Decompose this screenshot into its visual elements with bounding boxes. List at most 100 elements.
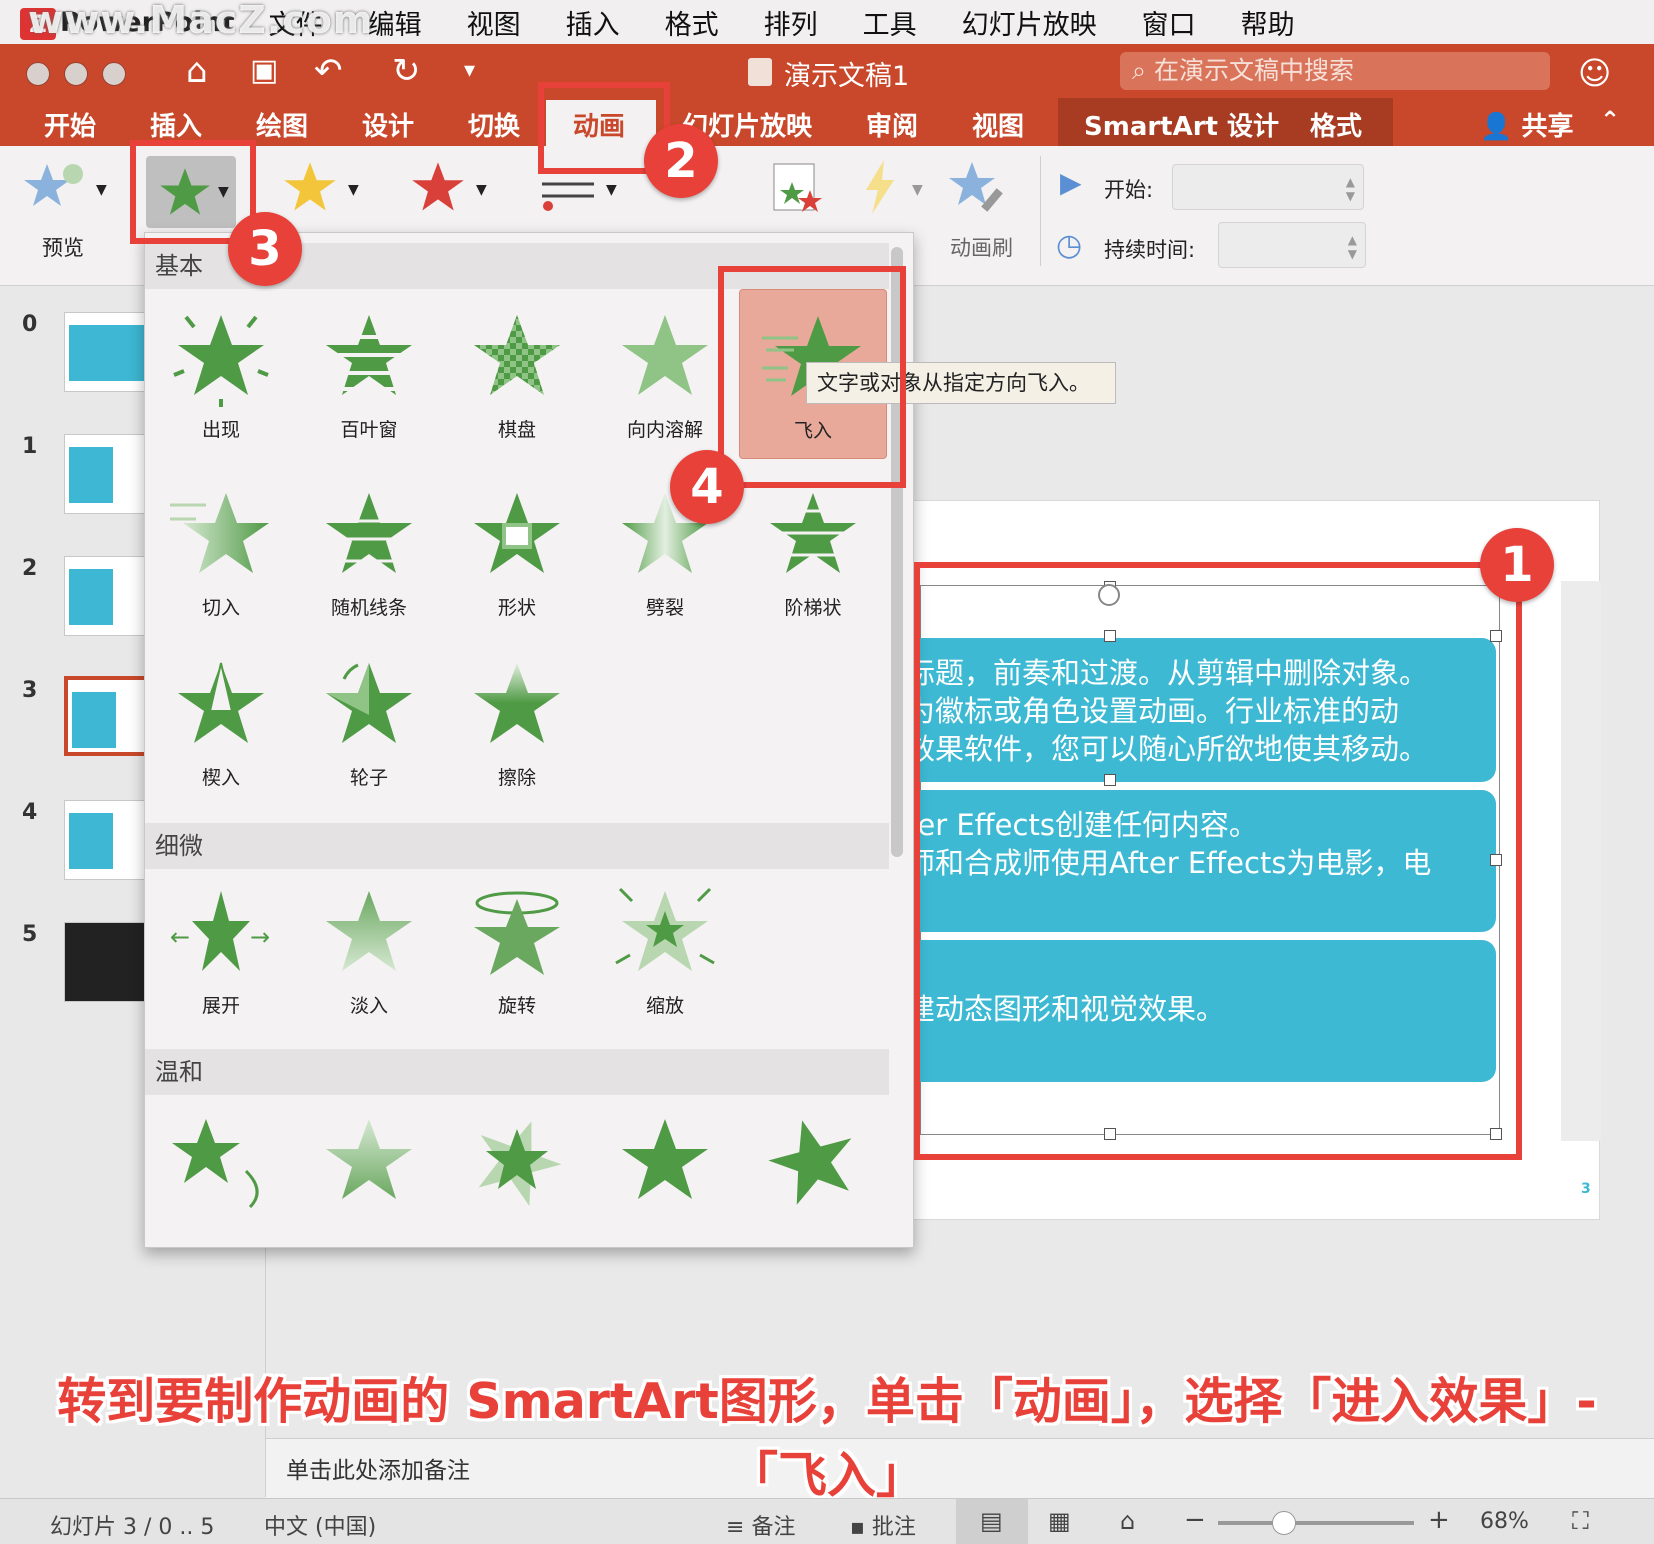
preview-dropdown-icon[interactable]: ▼ (96, 182, 107, 198)
menu-window[interactable]: 窗口 (1142, 3, 1196, 42)
fade-star-icon (326, 891, 412, 971)
effect-moderate-4[interactable] (591, 1093, 739, 1247)
exit-dropdown-icon[interactable]: ▼ (476, 182, 487, 198)
effect-wipe[interactable]: 擦除 (443, 637, 591, 807)
wipe-star-icon (474, 663, 560, 743)
effect-moderate-2[interactable] (295, 1093, 443, 1247)
zoom-level[interactable]: 68% (1480, 1509, 1529, 1534)
save-icon[interactable]: ▣ (250, 52, 278, 90)
effect-label: 旋转 (497, 995, 536, 1017)
motion-path-dropdown-icon[interactable]: ▼ (606, 182, 617, 198)
slide-thumbnail-selected[interactable] (64, 676, 156, 756)
emphasis-star-icon[interactable] (282, 160, 338, 214)
zoom-in-icon[interactable]: + (1428, 1505, 1450, 1535)
thumbnail-number: 1 (22, 434, 38, 459)
zoom-out-icon[interactable]: − (1184, 1505, 1206, 1535)
search-input[interactable]: ⌕ 在演示文稿中搜索 (1120, 52, 1550, 90)
undo-icon[interactable]: ↶ (314, 52, 343, 90)
close-window-button[interactable] (26, 62, 50, 86)
tab-format[interactable]: 格式 (1310, 106, 1362, 143)
checkerboard-star-icon (474, 315, 560, 395)
collapse-ribbon-icon[interactable]: ⌃ (1600, 106, 1620, 134)
tab-smartart-design[interactable]: SmartArt 设计 (1084, 106, 1279, 143)
effect-wheel[interactable]: 轮子 (295, 637, 443, 807)
fit-to-window-icon[interactable]: ⛶ (1572, 1507, 1589, 1535)
emphasis-dropdown-icon[interactable]: ▼ (348, 182, 359, 198)
tab-design[interactable]: 设计 (362, 106, 414, 143)
effect-moderate-3[interactable] (443, 1093, 591, 1247)
menu-view[interactable]: 视图 (467, 3, 521, 42)
menu-tools[interactable]: 工具 (863, 3, 917, 42)
zoom-slider-track[interactable] (1218, 1521, 1414, 1525)
slide-thumbnail[interactable] (64, 434, 156, 514)
effect-appear[interactable]: 出现 (147, 289, 295, 459)
tab-home[interactable]: 开始 (44, 106, 96, 143)
status-bar: 幻灯片 3 / 0 .. 5 中文 (中国) ≡ 备注 ▪ 批注 ▤ ▦ ⌂ −… (0, 1498, 1654, 1544)
zoom-slider-thumb[interactable] (1272, 1511, 1296, 1535)
preview-star-icon[interactable] (22, 160, 84, 216)
effect-shape[interactable]: 形状 (443, 467, 591, 637)
ribbon-divider (1040, 156, 1041, 266)
section-moderate: 温和 (145, 1049, 889, 1095)
effect-dissolve-in[interactable]: 向内溶解 (591, 289, 739, 459)
zoom-window-button[interactable] (102, 62, 126, 86)
slide-thumbnail[interactable] (64, 800, 156, 880)
menu-slideshow[interactable]: 幻灯片放映 (962, 3, 1097, 42)
effect-checkerboard[interactable]: 棋盘 (443, 289, 591, 459)
effect-expand[interactable]: ← → 展开 (147, 865, 295, 1035)
menu-insert[interactable]: 插入 (566, 3, 620, 42)
effect-blinds[interactable]: 百叶窗 (295, 289, 443, 459)
exit-star-icon[interactable] (410, 160, 466, 214)
effect-random-bars[interactable]: 随机线条 (295, 467, 443, 637)
menu-format[interactable]: 格式 (665, 3, 719, 42)
tab-transitions[interactable]: 切换 (468, 106, 520, 143)
annotation-box-smartart (914, 562, 1522, 1160)
menu-edit[interactable]: 编辑 (368, 3, 422, 42)
trigger-dropdown-icon[interactable]: ▼ (912, 182, 923, 198)
start-select[interactable]: ▲ ▼ (1172, 164, 1364, 210)
document-icon (748, 58, 772, 86)
effect-strips[interactable]: 阶梯状 (739, 467, 887, 637)
home-icon[interactable]: ⌂ (186, 52, 208, 90)
notes-toggle-button[interactable]: ≡ 备注 (726, 1509, 795, 1541)
tutorial-caption: 转到要制作动画的 SmartArt图形，单击「动画」，选择「进入效果」- 「飞入… (0, 1365, 1654, 1513)
trigger-lightning-icon[interactable] (862, 158, 898, 216)
presenter-view-icon[interactable]: ⌂ (1120, 1507, 1135, 1535)
language-indicator[interactable]: 中文 (中国) (264, 1509, 376, 1541)
annotation-badge-1: 1 (1480, 528, 1554, 602)
duration-input[interactable]: ▲ ▼ (1218, 222, 1366, 268)
annotation-box-fly-in (718, 266, 906, 488)
notes-icon: ≡ (726, 1515, 752, 1540)
animation-pane-icon[interactable] (770, 160, 826, 216)
slide-thumbnail[interactable] (64, 556, 156, 636)
slide-side-bar (1561, 581, 1601, 1141)
menu-help[interactable]: 帮助 (1241, 3, 1295, 42)
tab-draw[interactable]: 绘图 (256, 106, 308, 143)
slide-thumbnail[interactable] (64, 922, 156, 1002)
animation-painter-icon[interactable] (946, 160, 1010, 216)
tab-insert[interactable]: 插入 (150, 106, 202, 143)
tab-view[interactable]: 视图 (972, 106, 1024, 143)
effect-fade-in[interactable]: 淡入 (295, 865, 443, 1035)
comments-button[interactable]: ▪ 批注 (850, 1509, 916, 1541)
effect-label: 淡入 (349, 995, 388, 1017)
effect-moderate-1[interactable] (147, 1093, 295, 1247)
effect-moderate-5[interactable] (739, 1093, 887, 1247)
tab-review[interactable]: 审阅 (866, 106, 918, 143)
effect-rotate[interactable]: 旋转 (443, 865, 591, 1035)
share-button[interactable]: 👤 共享 (1480, 106, 1573, 143)
effect-wedge[interactable]: 楔入 (147, 637, 295, 807)
share-label: 共享 (1521, 112, 1574, 142)
slide-thumbnail[interactable] (64, 312, 156, 392)
comments-label: 批注 (871, 1515, 916, 1540)
minimize-window-button[interactable] (64, 62, 88, 86)
feedback-smiley-icon[interactable]: ☺ (1578, 54, 1611, 92)
effect-peek-in[interactable]: 切入 (147, 467, 295, 637)
duration-label: 持续时间: (1104, 238, 1196, 262)
thumbnail-number: 0 (22, 312, 38, 337)
customize-toolbar-icon[interactable]: ▾ (464, 52, 475, 90)
menu-arrange[interactable]: 排列 (764, 3, 818, 42)
effect-zoom[interactable]: 缩放 (591, 865, 739, 1035)
slide-sorter-icon[interactable]: ▦ (1048, 1507, 1071, 1535)
redo-icon[interactable]: ↻ (392, 52, 421, 90)
